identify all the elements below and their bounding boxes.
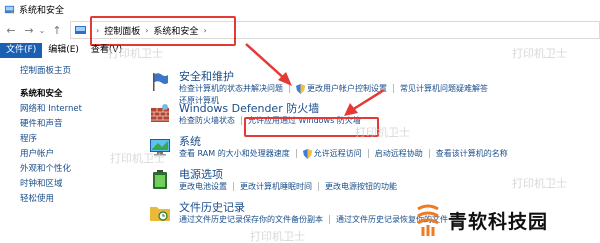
watermark-text: 打印机卫士 — [110, 152, 165, 165]
sidebar-item-home[interactable]: 控制面板主页 — [20, 64, 110, 79]
brand-logo: 青软科技园 — [414, 197, 600, 243]
section-links: 查看 RAM 的大小和处理器速度 允许远程访问 启动远程协助 查看该计算机的名称 — [179, 148, 508, 159]
link-computer-name[interactable]: 查看该计算机的名称 — [436, 148, 508, 159]
annotation-arrow-icon — [344, 88, 385, 116]
link-restore-computer[interactable]: 还原计算机 — [179, 95, 219, 106]
watermark-text: 打印机卫士 — [108, 47, 163, 60]
watermark-text: 打印机卫士 — [250, 230, 305, 243]
sidebar-item-hardware[interactable]: 硬件和声音 — [20, 117, 110, 132]
brand-name: 青软科技园 — [448, 210, 549, 233]
sidebar-item-network[interactable]: 网络和 Internet — [20, 102, 110, 117]
section-links: 通过文件历史记录保存你的文件备份副本 通过文件历史记录恢复你的文件 — [179, 214, 448, 225]
menu-bar: 文件(F) 编辑(E) 查看(V) — [0, 42, 600, 59]
link-divider — [367, 149, 369, 158]
watermark-text: 打印机卫士 — [355, 126, 410, 139]
link-divider — [241, 116, 242, 125]
link-remote-access[interactable]: 允许远程访问 — [314, 148, 362, 159]
watermark-text: 打印机卫士 — [512, 177, 567, 190]
link-battery-settings[interactable]: 更改电池设置 — [179, 181, 227, 192]
section-links: 更改电池设置 更改计算机睡眠时间 更改电源按钮的功能 — [179, 181, 397, 192]
control-panel-icon — [75, 25, 86, 34]
firewall-icon — [151, 104, 169, 122]
link-backup-files[interactable]: 通过文件历史记录保存你的文件备份副本 — [179, 214, 323, 225]
section-title[interactable]: 安全和维护 — [179, 68, 234, 84]
link-ram-speed[interactable]: 查看 RAM 的大小和处理器速度 — [179, 148, 290, 159]
section-title[interactable]: 文件历史记录 — [179, 199, 245, 215]
sidebar: 控制面板主页 系统和安全 网络和 Internet 硬件和声音 程序 用户帐户 … — [0, 59, 110, 243]
recent-dropdown-icon[interactable]: ⌄ — [38, 23, 46, 37]
link-divider — [428, 149, 430, 158]
forward-arrow-icon[interactable]: → — [22, 23, 36, 37]
menu-edit[interactable]: 编辑(E) — [42, 43, 85, 58]
sidebar-item-programs[interactable]: 程序 — [20, 132, 110, 147]
uac-shield-icon — [302, 148, 312, 159]
sidebar-item-users[interactable]: 用户帐户 — [20, 147, 110, 162]
link-remote-assistance[interactable]: 启动远程协助 — [375, 148, 423, 159]
back-arrow-icon[interactable]: ← — [4, 23, 18, 37]
link-divider — [393, 84, 394, 93]
link-divider — [233, 182, 234, 191]
control-panel-icon — [4, 5, 15, 14]
link-troubleshoot[interactable]: 常见计算机问题疑难解答 — [400, 83, 488, 94]
sidebar-item-appearance[interactable]: 外观和个性化 — [20, 162, 110, 177]
flag-icon — [153, 73, 168, 91]
watermark-text: 打印机卫士 — [512, 47, 567, 60]
link-firewall-status[interactable]: 检查防火墙状态 — [179, 115, 235, 126]
folder-history-icon — [150, 207, 170, 221]
section-title[interactable]: 系统 — [179, 133, 201, 149]
link-divider — [329, 215, 330, 224]
sidebar-item-ease[interactable]: 轻松使用 — [20, 192, 110, 207]
link-divider — [295, 149, 297, 158]
menu-file[interactable]: 文件(F) — [0, 43, 43, 58]
up-arrow-icon[interactable]: ↑ — [50, 23, 64, 37]
section-title[interactable]: 电源选项 — [179, 166, 223, 182]
link-power-button[interactable]: 更改电源按钮的功能 — [325, 181, 397, 192]
link-divider — [318, 182, 319, 191]
sidebar-item-clock[interactable]: 时钟和区域 — [20, 177, 110, 192]
window-title: 系统和安全 — [19, 5, 65, 16]
battery-icon — [153, 170, 167, 189]
brand-logo-icon — [417, 204, 439, 236]
annotation-arrow-icon — [245, 43, 292, 86]
link-sleep-time[interactable]: 更改计算机睡眠时间 — [240, 181, 312, 192]
sidebar-item-current: 系统和安全 — [20, 89, 63, 99]
